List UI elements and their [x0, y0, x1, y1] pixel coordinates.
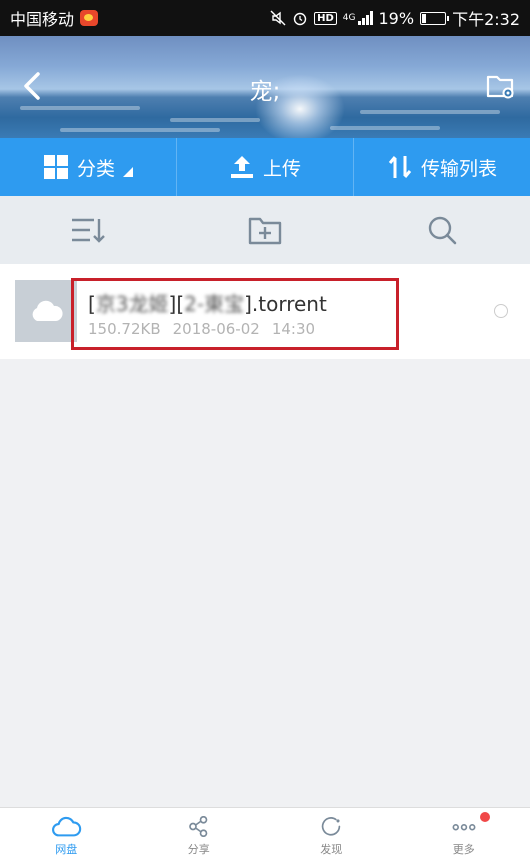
new-folder-icon	[248, 217, 282, 245]
transfer-list-label: 传输列表	[420, 157, 497, 180]
wave-decoration	[170, 118, 260, 122]
battery-fill	[422, 13, 427, 23]
file-thumbnail	[15, 280, 77, 342]
category-label: 分类	[76, 157, 115, 180]
nav-label: 发现	[320, 843, 343, 856]
new-folder-button[interactable]	[177, 196, 354, 264]
transfer-icon	[388, 156, 412, 178]
select-radio[interactable]	[494, 304, 508, 318]
network-label: 4G	[342, 13, 356, 23]
nav-label: 更多	[452, 843, 475, 856]
clock: 下午2:32	[452, 10, 520, 29]
sort-icon	[72, 218, 106, 243]
grid-icon	[43, 155, 68, 179]
nav-label: 网盘	[55, 843, 78, 856]
file-toolbar	[0, 196, 530, 264]
folder-settings-icon	[486, 75, 514, 99]
wave-decoration	[60, 128, 220, 132]
hd-icon: HD	[314, 11, 337, 25]
share-icon	[188, 816, 208, 837]
battery-icon	[420, 11, 450, 25]
nav-item-share[interactable]: 分享	[133, 808, 266, 857]
status-left: 中国移动	[10, 6, 99, 30]
status-right: HD 4G 19% 下午2:32	[270, 6, 520, 30]
weibo-icon	[80, 10, 99, 26]
cloud-icon	[52, 816, 82, 837]
upload-icon	[230, 156, 253, 178]
search-button[interactable]	[353, 196, 530, 264]
sort-button[interactable]	[0, 196, 177, 264]
more-icon	[452, 824, 476, 831]
discover-icon	[322, 817, 341, 836]
nav-label: 分享	[187, 843, 210, 856]
search-icon	[428, 216, 456, 245]
wave-decoration	[360, 110, 500, 114]
category-bar: 分类 上传 传输列表	[0, 138, 530, 196]
file-list: [京3龙姬][2-東宝].torrent 150.72KB 2018-06-02 1…	[0, 264, 530, 359]
wave-decoration	[330, 126, 440, 130]
battery-percent: 19%	[378, 8, 415, 28]
page-title: 宠;	[249, 79, 281, 105]
dropdown-triangle-icon	[123, 167, 133, 177]
list-item[interactable]: [京3龙姬][2-東宝].torrent 150.72KB 2018-06-02 1…	[0, 264, 530, 359]
nav-item-netdisk[interactable]: 网盘	[0, 808, 133, 857]
nav-item-more[interactable]: 更多	[398, 808, 530, 857]
upload-label: 上传	[262, 157, 301, 180]
category-button[interactable]: 分类	[0, 138, 176, 196]
notification-badge	[479, 812, 490, 822]
signal-icon	[357, 11, 373, 25]
alarm-icon	[293, 12, 307, 26]
header-banner: 宠;	[0, 36, 530, 138]
wave-decoration	[20, 106, 140, 110]
upload-button[interactable]: 上传	[176, 138, 353, 196]
highlight-box	[71, 278, 399, 350]
status-bar: 中国移动 HD 4G 19% 下午2:32	[0, 0, 530, 36]
nav-item-discover[interactable]: 发现	[265, 808, 398, 857]
folder-settings-button[interactable]	[486, 73, 516, 101]
carrier-label: 中国移动	[10, 10, 75, 29]
transfer-list-button[interactable]: 传输列表	[353, 138, 530, 196]
cloud-icon	[32, 300, 63, 321]
bottom-nav: 网盘 分享 发现 更多	[0, 807, 530, 857]
mute-icon	[270, 10, 286, 26]
